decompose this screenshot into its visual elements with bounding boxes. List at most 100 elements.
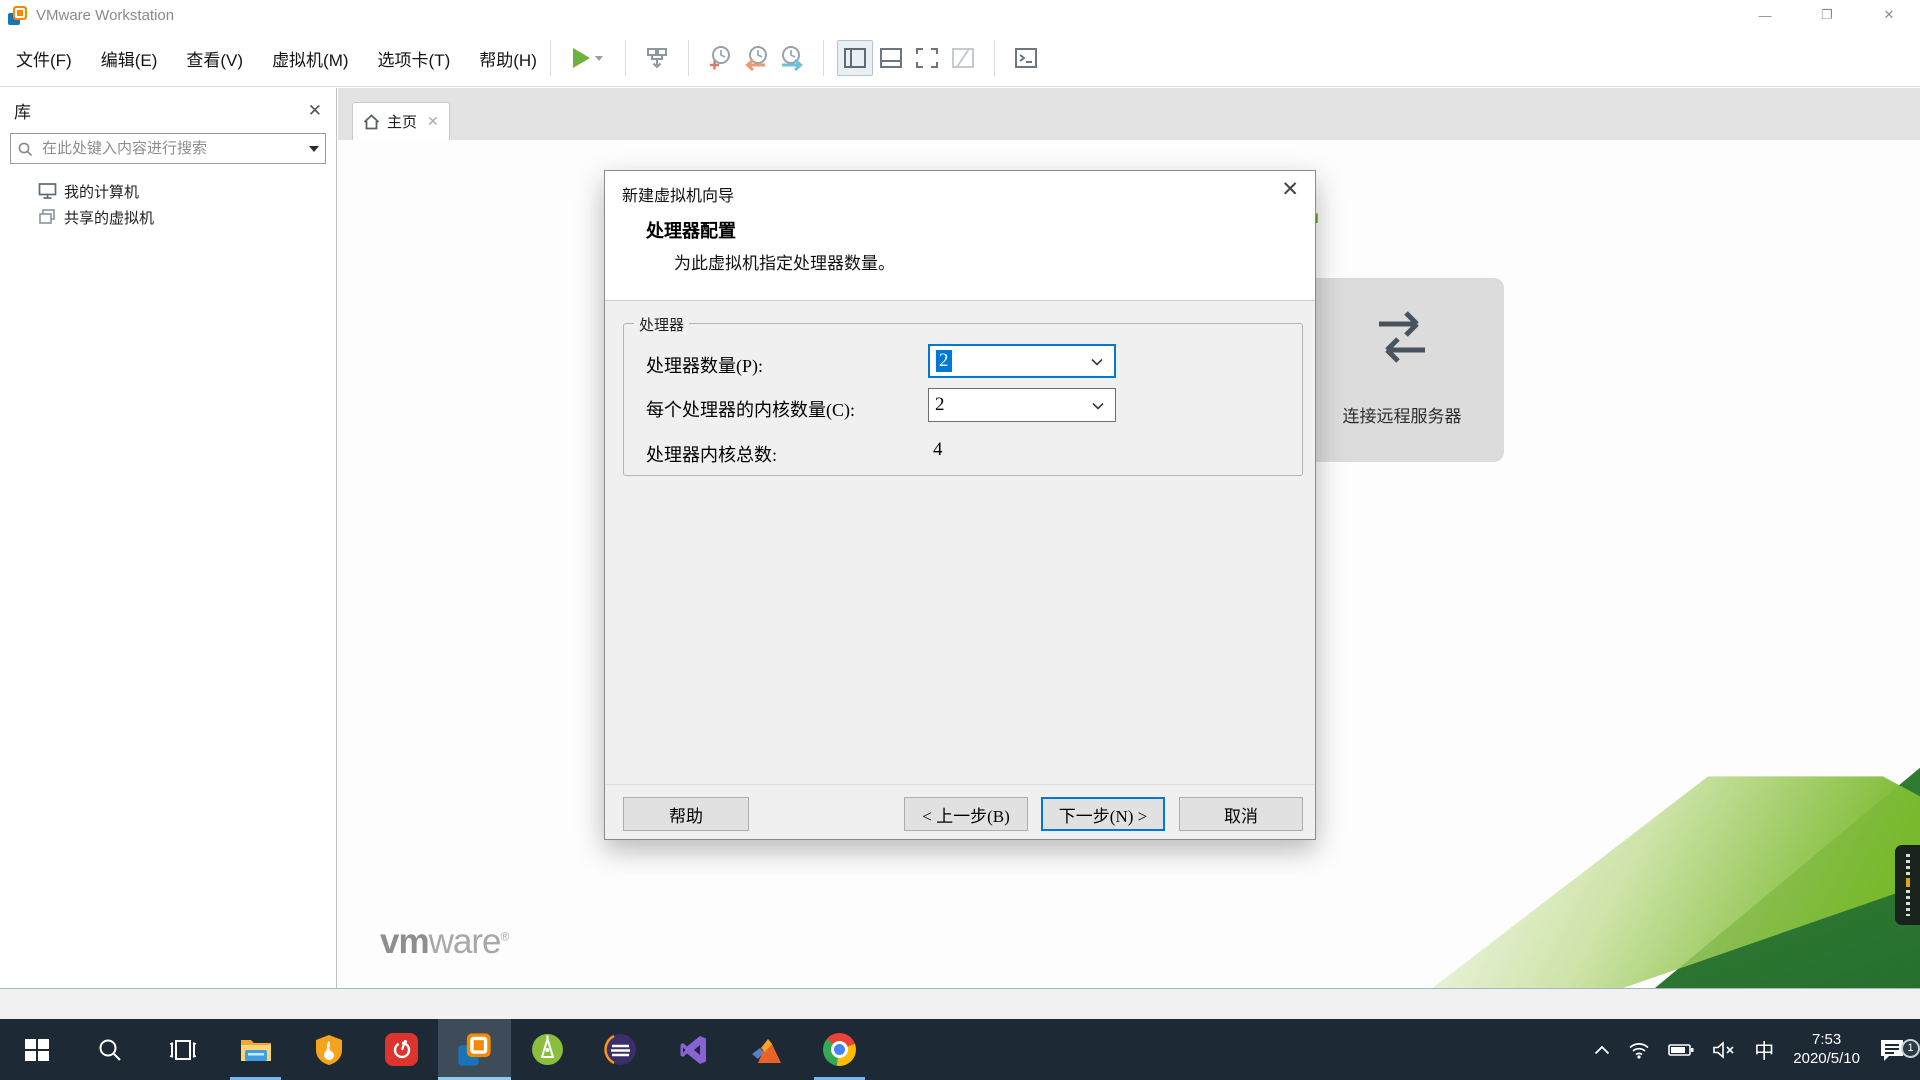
tree-label: 我的计算机 (64, 181, 139, 202)
shared-vms-icon (38, 208, 57, 226)
search-dropdown-icon[interactable] (309, 146, 319, 152)
vmware-app-icon (8, 6, 27, 25)
console-icon[interactable] (1008, 40, 1044, 76)
menu-tabs[interactable]: 选项卡(T) (378, 40, 451, 77)
close-icon[interactable]: ✕ (1858, 0, 1920, 30)
menu-vm[interactable]: 虚拟机(M) (272, 40, 348, 77)
dialog-title: 新建虚拟机向导 (622, 182, 734, 206)
file-explorer-icon (239, 1035, 273, 1065)
search-input[interactable] (40, 139, 309, 158)
side-tab-widget[interactable] (1895, 845, 1920, 925)
tray-chevron-up-icon[interactable] (1585, 1045, 1619, 1055)
restore-icon[interactable]: ❐ (1796, 0, 1858, 30)
wifi-icon[interactable] (1619, 1041, 1659, 1059)
layout-library-icon[interactable] (837, 40, 873, 76)
chrome-icon (823, 1033, 856, 1066)
chevron-down-icon[interactable] (1091, 350, 1103, 372)
computer-icon (38, 182, 57, 200)
taskbar-visual-studio[interactable] (657, 1019, 730, 1080)
toolbar-separator (823, 40, 824, 76)
action-center-button[interactable]: 1 (1870, 1038, 1914, 1062)
window-title: VMware Workstation (36, 7, 174, 24)
green-decoration (1390, 702, 1920, 988)
shield-icon (314, 1034, 344, 1066)
sidebar-item-my-computer[interactable]: 我的计算机 (0, 178, 336, 204)
library-sidebar: 库 ✕ 我的计算机 共享的虚拟机 (0, 88, 337, 988)
vmware-logo: vmware® (380, 922, 508, 962)
snapshot-manage-icon[interactable] (774, 40, 810, 76)
cancel-button[interactable]: 取消 (1179, 797, 1303, 831)
layout-unity-icon[interactable] (945, 40, 981, 76)
connect-remote-server-tile[interactable]: 连接远程服务器 (1300, 278, 1504, 462)
minimize-icon[interactable]: — (1734, 0, 1796, 30)
back-button[interactable]: < 上一步(B) (904, 797, 1028, 831)
menu-file[interactable]: 文件(F) (16, 40, 72, 77)
new-vm-wizard-dialog: 新建虚拟机向导 ✕ 处理器配置 为此虚拟机指定处理器数量。 处理器 处理器数量(… (604, 170, 1316, 840)
taskbar-chrome[interactable] (803, 1019, 876, 1080)
battery-icon[interactable] (1659, 1043, 1703, 1057)
cores-per-processor-label: 每个处理器的内核数量(C): (646, 396, 855, 422)
matlab-icon (750, 1035, 784, 1065)
send-device-icon[interactable] (639, 40, 675, 76)
transfer-arrows-icon (1365, 304, 1439, 388)
dialog-close-icon[interactable]: ✕ (1281, 177, 1299, 202)
task-view-button[interactable] (146, 1019, 219, 1080)
volume-muted-icon[interactable] (1703, 1041, 1745, 1059)
clock-date: 2020/5/10 (1793, 1050, 1860, 1069)
next-button[interactable]: 下一步(N) > (1041, 797, 1165, 831)
combo-value: 2 (935, 394, 945, 416)
ime-indicator[interactable]: 中 (1745, 1035, 1783, 1064)
taskbar-matlab[interactable] (730, 1019, 803, 1080)
netease-music-icon (385, 1033, 418, 1066)
tab-bar: 主页 ✕ (338, 88, 1920, 140)
visual-studio-icon (678, 1034, 710, 1066)
total-cores-value: 4 (933, 439, 943, 461)
title-bar: VMware Workstation — ❐ ✕ (0, 0, 1920, 30)
processors-count-label: 处理器数量(P): (646, 352, 763, 378)
taskbar-netease-music[interactable] (365, 1019, 438, 1080)
dark-green-triangle (1390, 702, 1920, 988)
notification-badge: 1 (1901, 1039, 1920, 1058)
taskbar-huorong-security[interactable] (292, 1019, 365, 1080)
chevron-down-icon[interactable] (1092, 394, 1104, 416)
dialog-heading: 处理器配置 (646, 217, 736, 243)
start-button[interactable] (0, 1019, 73, 1080)
tree-label: 共享的虚拟机 (64, 207, 154, 228)
tile-label: 连接远程服务器 (1343, 402, 1462, 427)
cores-per-processor-combo[interactable]: 2 (928, 388, 1116, 422)
search-icon (17, 141, 33, 157)
processors-count-combo[interactable]: 2 (928, 344, 1116, 378)
taskbar-android-studio[interactable] (511, 1019, 584, 1080)
taskbar-search-button[interactable] (73, 1019, 146, 1080)
menu-help[interactable]: 帮助(H) (479, 40, 537, 77)
power-on-icon[interactable] (564, 40, 612, 76)
taskbar-file-explorer[interactable] (219, 1019, 292, 1080)
menu-view[interactable]: 查看(V) (186, 40, 243, 77)
snapshot-revert-icon[interactable] (738, 40, 774, 76)
home-icon (363, 114, 380, 130)
tab-home[interactable]: 主页 ✕ (352, 102, 450, 140)
vmware-logo-vm: vm (380, 922, 429, 961)
taskbar-vmware-workstation[interactable] (438, 1019, 511, 1080)
search-icon (97, 1037, 123, 1063)
dialog-header: 新建虚拟机向导 ✕ 处理器配置 为此虚拟机指定处理器数量。 (605, 171, 1315, 301)
group-legend: 处理器 (634, 314, 689, 335)
window-controls: — ❐ ✕ (1734, 0, 1920, 30)
library-search[interactable] (10, 133, 326, 164)
snapshot-take-icon[interactable] (702, 40, 738, 76)
sidebar-item-shared-vms[interactable]: 共享的虚拟机 (0, 204, 336, 230)
layout-fullscreen-icon[interactable] (909, 40, 945, 76)
help-button[interactable]: 帮助 (623, 797, 749, 831)
library-title: 库 (14, 98, 31, 123)
dialog-subheading: 为此虚拟机指定处理器数量。 (674, 249, 895, 274)
taskbar-eclipse[interactable] (584, 1019, 657, 1080)
menu-edit[interactable]: 编辑(E) (101, 40, 158, 77)
library-close-icon[interactable]: ✕ (308, 102, 322, 119)
menu-toolbar: 文件(F) 编辑(E) 查看(V) 虚拟机(M) 选项卡(T) 帮助(H) (0, 30, 1920, 87)
vmware-logo-ware: ware (429, 922, 501, 961)
layout-thumbnails-icon[interactable] (873, 40, 909, 76)
toolbar-separator (550, 40, 551, 76)
taskbar-clock[interactable]: 7:53 2020/5/10 (1783, 1031, 1870, 1069)
tab-close-icon[interactable]: ✕ (427, 113, 439, 130)
combo-value: 2 (936, 350, 952, 372)
